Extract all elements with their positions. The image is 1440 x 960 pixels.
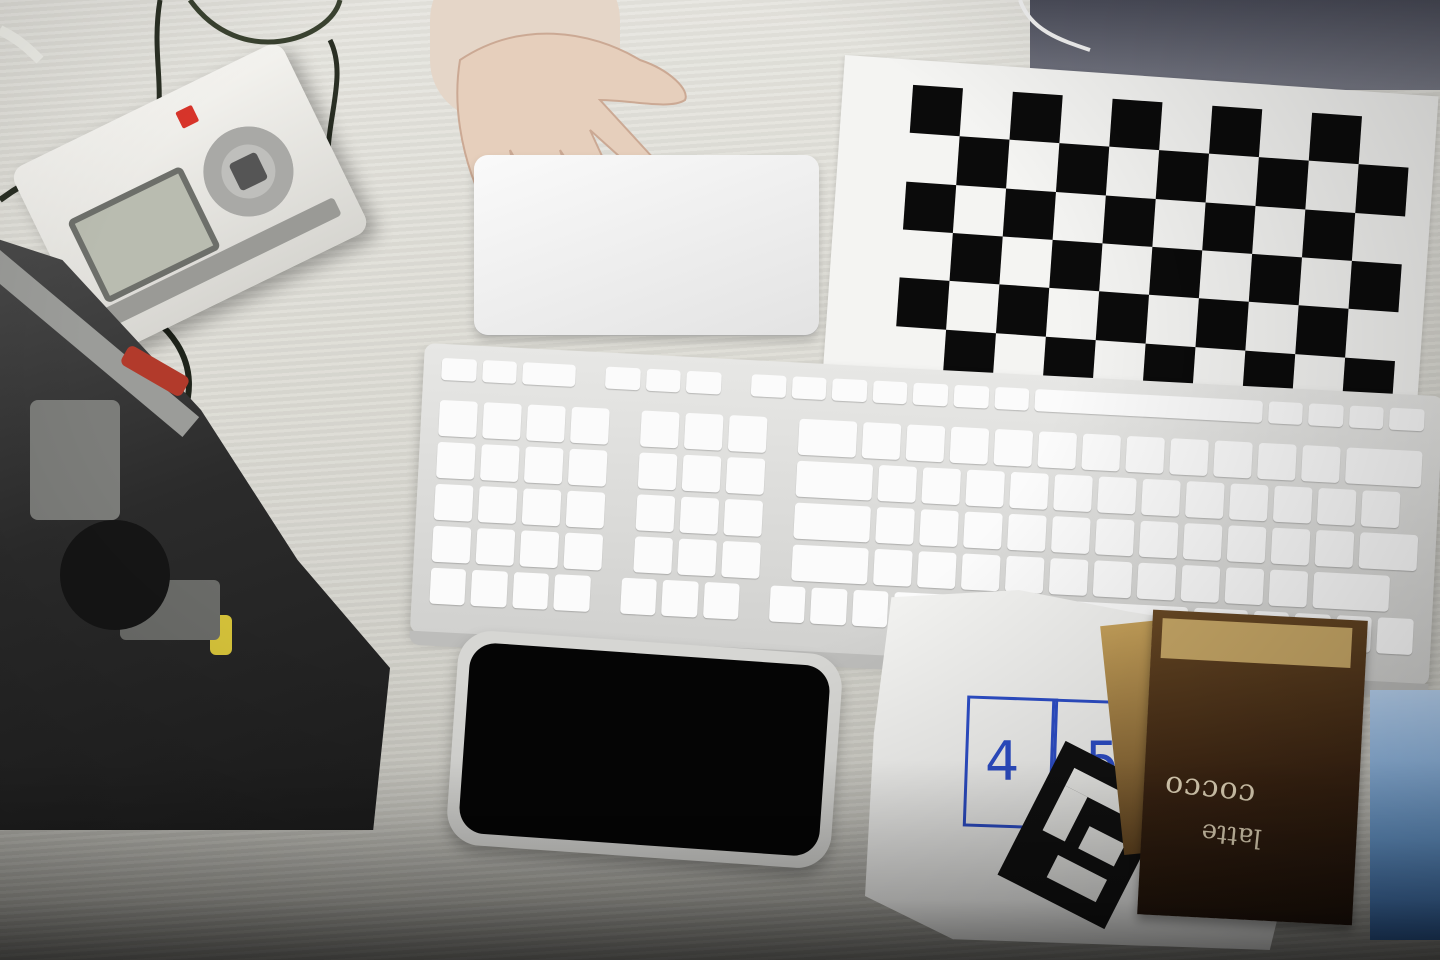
trackpad xyxy=(474,155,819,335)
checkerboard-grid xyxy=(893,84,1412,409)
robot-beam xyxy=(30,400,120,520)
desk-edge-shadow xyxy=(0,760,1440,960)
packet-label-band xyxy=(1160,618,1353,668)
robot-wheel xyxy=(60,520,170,630)
brand-logo xyxy=(175,104,200,129)
desk-scene: 4 5 cocco latte xyxy=(0,0,1440,960)
